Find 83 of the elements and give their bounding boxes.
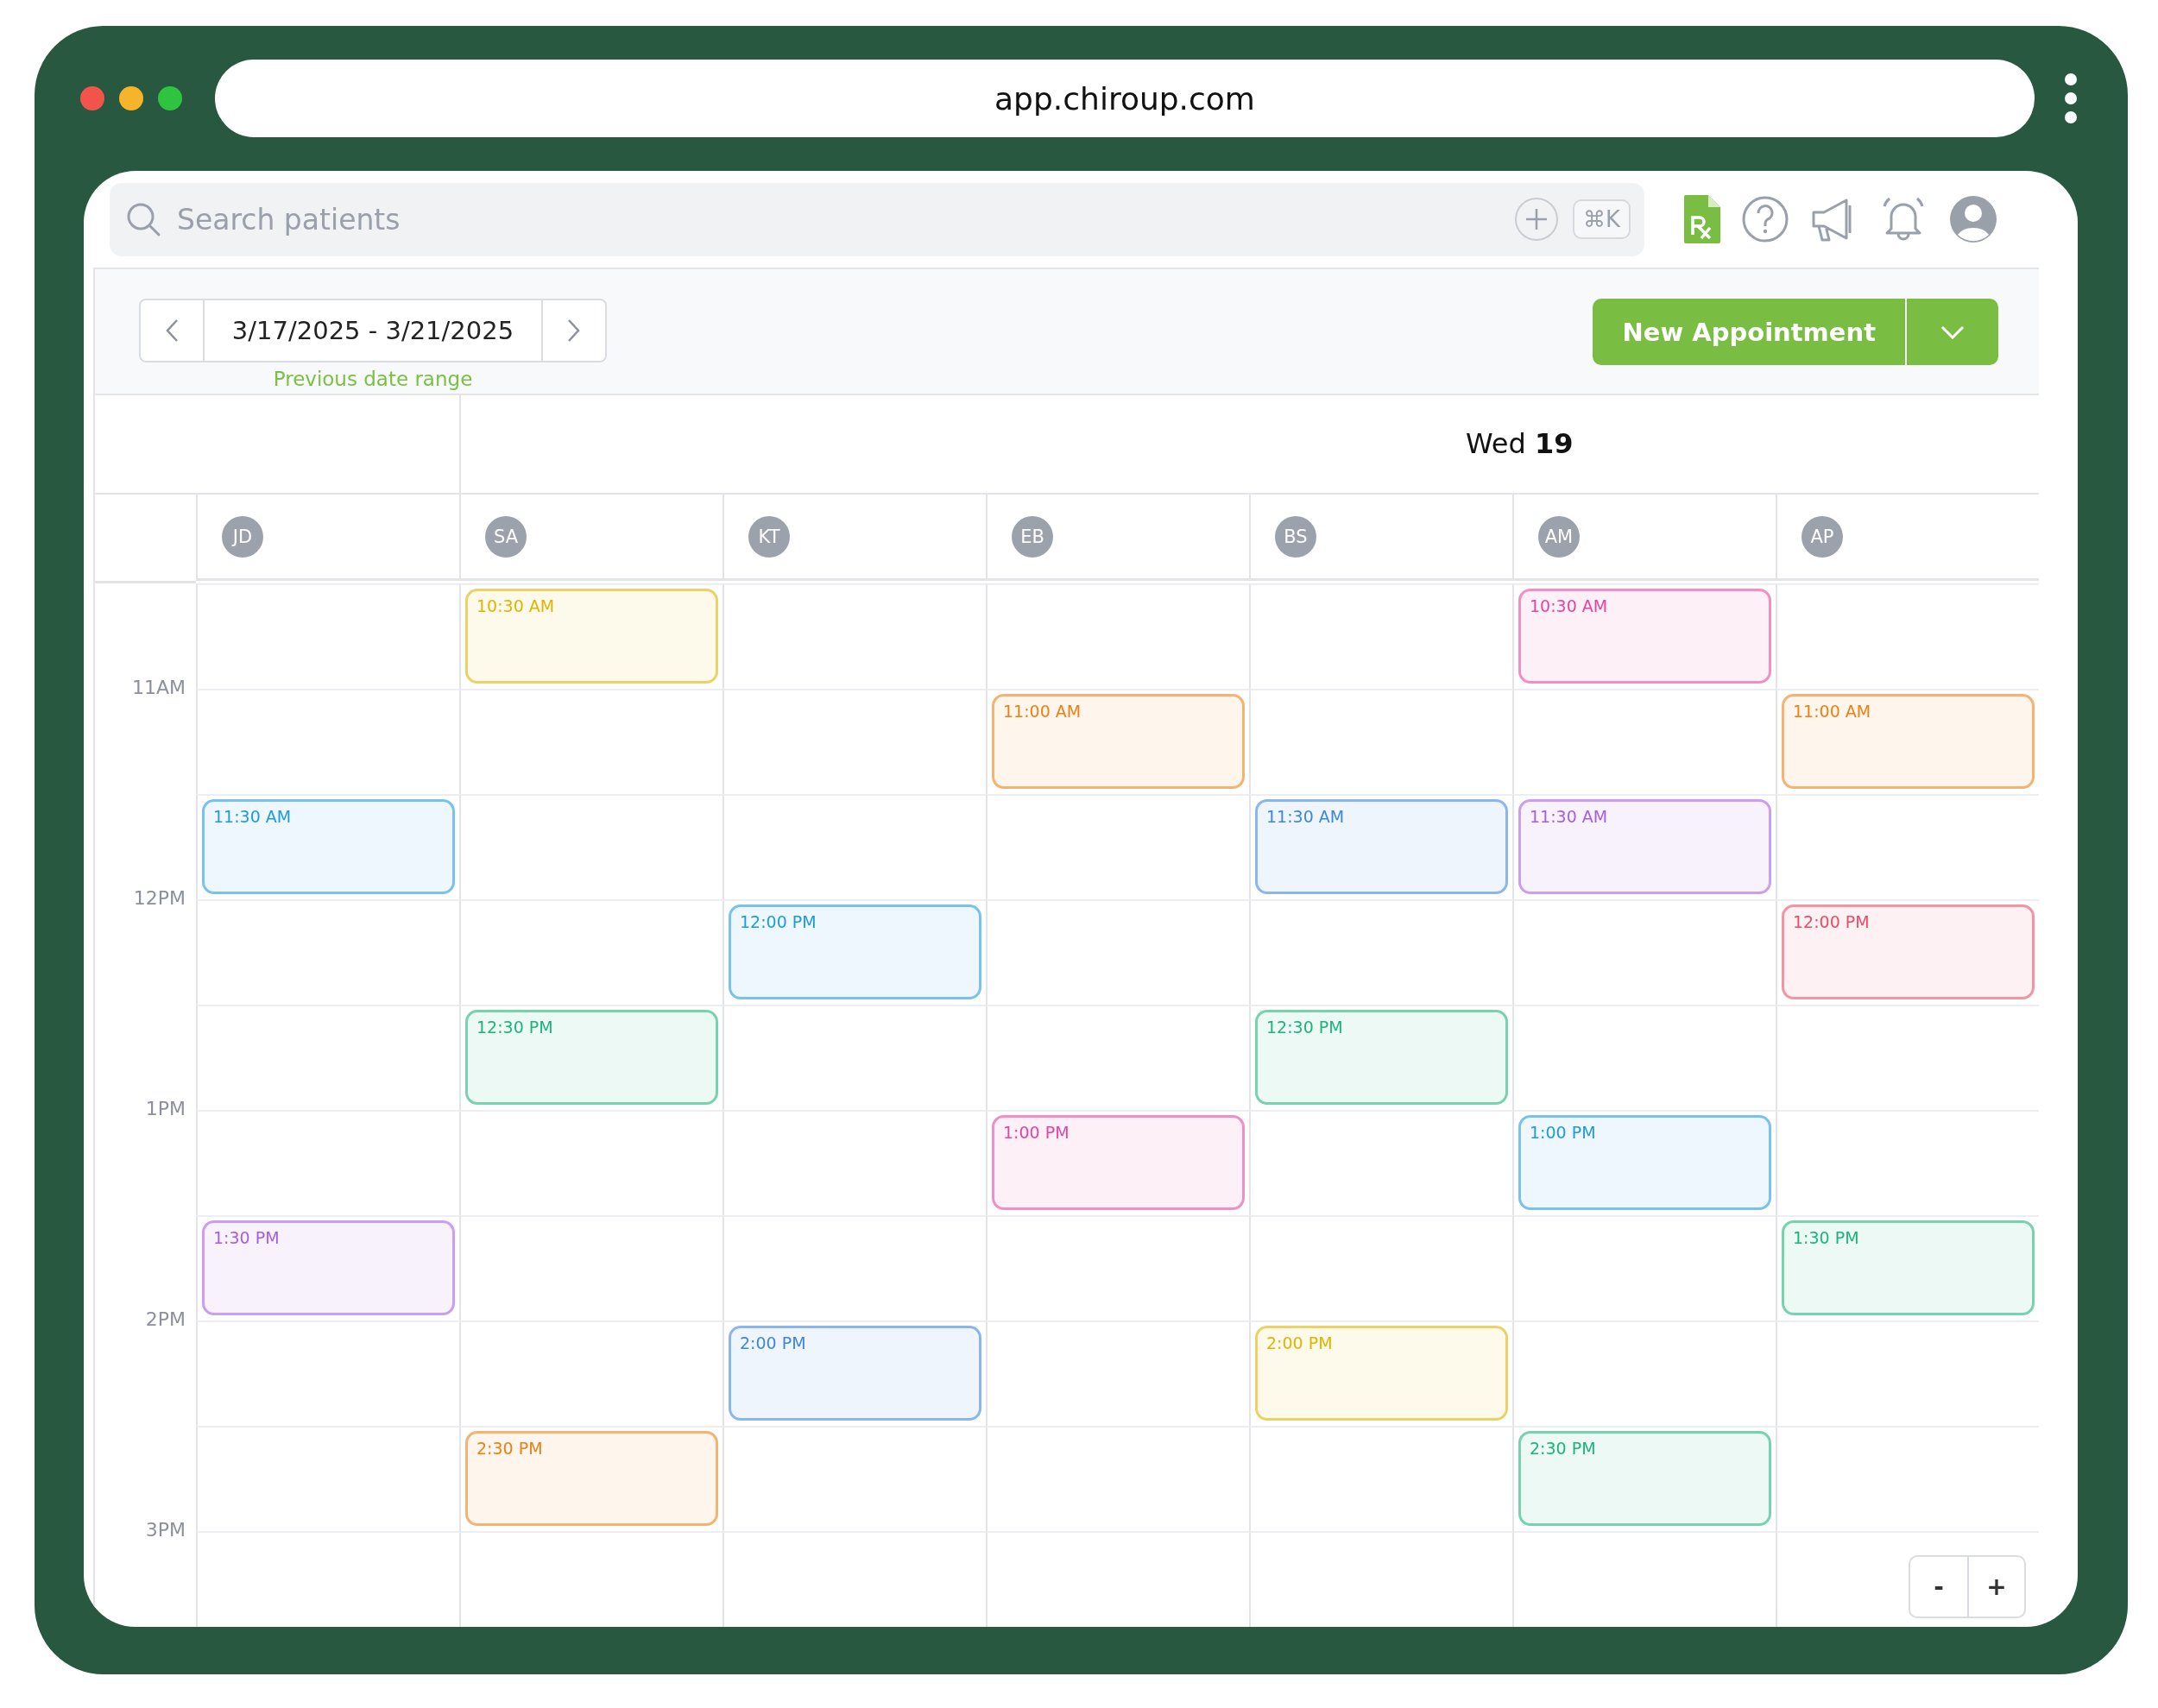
time-slot[interactable] <box>1512 1215 1776 1320</box>
time-slot[interactable] <box>986 794 1249 899</box>
prescription-document-icon[interactable] <box>1682 193 1722 245</box>
time-slot[interactable] <box>1512 1531 1776 1627</box>
time-slot[interactable] <box>1249 1110 1512 1215</box>
time-slot[interactable] <box>1512 689 1776 794</box>
time-slot[interactable] <box>459 1531 722 1627</box>
time-label: 1PM <box>145 1098 186 1121</box>
search-input[interactable]: Search patients <box>175 201 1500 237</box>
time-slot[interactable] <box>722 1110 986 1215</box>
time-slot[interactable] <box>196 1426 459 1531</box>
keyboard-shortcut: ⌘K <box>1572 199 1631 239</box>
time-slot[interactable] <box>459 1110 722 1215</box>
time-slot[interactable] <box>196 1320 459 1426</box>
staff-avatar[interactable]: JD <box>222 515 263 558</box>
search-icon <box>125 201 161 237</box>
time-label: 11AM <box>131 677 186 700</box>
window-control-dot[interactable] <box>80 86 104 110</box>
time-slot[interactable] <box>1249 689 1512 794</box>
time-slot[interactable] <box>1776 1110 2039 1215</box>
staff-avatar[interactable]: BS <box>1275 515 1316 558</box>
time-slot[interactable] <box>196 1110 459 1215</box>
staff-avatar[interactable]: AM <box>1538 515 1580 558</box>
time-slot[interactable] <box>1249 1426 1512 1531</box>
user-avatar-icon[interactable] <box>1948 194 1998 244</box>
chevron-left-icon <box>165 318 179 343</box>
time-slot[interactable] <box>1249 1215 1512 1320</box>
plus-circle-icon[interactable] <box>1513 197 1559 242</box>
time-slot[interactable] <box>459 689 722 794</box>
time-slot[interactable] <box>986 1426 1249 1531</box>
time-slot[interactable] <box>196 583 459 689</box>
time-label: 3PM <box>145 1519 186 1542</box>
time-slot[interactable] <box>986 1215 1249 1320</box>
time-slot[interactable] <box>722 1005 986 1110</box>
time-slot[interactable] <box>196 899 459 1005</box>
time-slot[interactable] <box>1249 583 1512 689</box>
time-slot[interactable] <box>1249 899 1512 1005</box>
window-control-dot[interactable] <box>158 86 182 110</box>
time-slot[interactable] <box>459 1215 722 1320</box>
window-control-dot[interactable] <box>119 86 143 110</box>
time-slot[interactable] <box>1776 583 2039 689</box>
time-slot[interactable] <box>986 1005 1249 1110</box>
day-header: Wed 19 <box>459 395 2039 493</box>
time-slot[interactable] <box>459 899 722 1005</box>
time-slot[interactable] <box>196 689 459 794</box>
time-slot[interactable] <box>722 1426 986 1531</box>
time-slot[interactable] <box>986 1320 1249 1426</box>
date-range[interactable]: 3/17/2025 - 3/21/2025 <box>203 300 543 361</box>
zoom-out-button[interactable]: - <box>1910 1557 1967 1617</box>
staff-avatar[interactable]: KT <box>748 515 790 558</box>
time-slot[interactable] <box>722 1215 986 1320</box>
chevron-right-icon <box>567 318 581 343</box>
kebab-menu-icon[interactable] <box>2064 72 2078 124</box>
time-slot[interactable] <box>459 1320 722 1426</box>
staff-avatar[interactable]: SA <box>485 515 527 558</box>
time-slot[interactable] <box>1776 794 2039 899</box>
search-field[interactable]: Search patients ⌘K <box>110 182 1644 256</box>
time-slot[interactable] <box>196 1531 459 1627</box>
time-slot[interactable] <box>722 1531 986 1627</box>
time-slot[interactable] <box>1512 899 1776 1005</box>
time-slot[interactable] <box>1776 1005 2039 1110</box>
time-slot[interactable] <box>459 794 722 899</box>
time-slot[interactable] <box>1776 1426 2039 1531</box>
time-slot[interactable] <box>1512 1005 1776 1110</box>
time-slot[interactable] <box>1512 1320 1776 1426</box>
time-label: 12PM <box>133 887 186 911</box>
time-slot[interactable] <box>986 899 1249 1005</box>
help-icon[interactable] <box>1741 195 1789 243</box>
address-bar[interactable]: app.chiroup.com <box>215 60 2035 137</box>
time-slot[interactable] <box>196 1005 459 1110</box>
staff-avatar[interactable]: EB <box>1012 515 1053 558</box>
time-slot[interactable] <box>722 689 986 794</box>
caret-icon <box>1940 325 1965 339</box>
time-slot[interactable] <box>1249 1531 1512 1627</box>
time-slot[interactable] <box>986 1531 1249 1627</box>
time-slot[interactable] <box>1776 1320 2039 1426</box>
time-slot[interactable] <box>722 794 986 899</box>
time-slot[interactable] <box>986 583 1249 689</box>
staff-avatar[interactable]: AP <box>1801 515 1843 558</box>
tooltip-text: Previous date range <box>273 368 473 390</box>
zoom-in-button[interactable]: + <box>1967 1557 2024 1617</box>
time-slot[interactable] <box>722 583 986 689</box>
time-label: 2PM <box>145 1308 186 1332</box>
